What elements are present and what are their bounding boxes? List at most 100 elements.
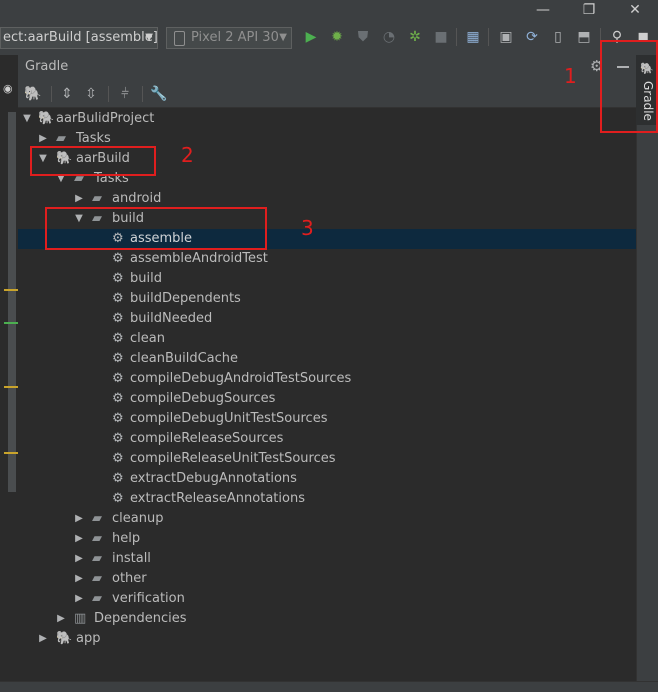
profile-icon[interactable]: ◔ <box>380 28 398 46</box>
tree-node-task[interactable]: ⚙ extractReleaseAnnotations <box>18 489 636 509</box>
wrench-icon[interactable]: 🔧 <box>150 85 168 103</box>
toolbar-separator <box>488 28 489 46</box>
expand-all-icon[interactable]: ⇕ <box>58 85 76 103</box>
gear-icon: ⚙ <box>112 251 124 266</box>
gear-icon: ⚙ <box>112 331 124 346</box>
change-marker <box>4 322 18 324</box>
restore-window-button[interactable]: ❐ <box>577 0 601 20</box>
chevron-right-icon[interactable]: ▶ <box>73 189 85 209</box>
left-editor-strip: ◉ <box>0 55 19 681</box>
run-configuration-select[interactable]: ect:aarBuild [assemble] ▼ <box>0 27 158 49</box>
chevron-right-icon[interactable]: ▶ <box>73 509 85 529</box>
tree-node-group[interactable]: ▶ ▰ cleanup <box>18 509 636 529</box>
close-window-button[interactable]: ✕ <box>623 0 647 20</box>
tree-node-task[interactable]: ⚙ compileReleaseUnitTestSources <box>18 449 636 469</box>
tree-node-task[interactable]: ⚙ compileReleaseSources <box>18 429 636 449</box>
warning-marker <box>4 386 18 388</box>
tree-node-label: extractReleaseAnnotations <box>130 491 305 506</box>
tree-node-label: aarBulidProject <box>56 111 155 126</box>
tree-node-task[interactable]: ⚙ assembleAndroidTest <box>18 249 636 269</box>
project-structure-icon[interactable]: ▦ <box>464 28 482 46</box>
dependencies-icon: ▥ <box>74 611 87 626</box>
tree-node-app[interactable]: ▶ 🐘 app <box>18 629 636 649</box>
chevron-right-icon[interactable]: ▶ <box>73 549 85 569</box>
chevron-right-icon[interactable]: ▶ <box>37 629 49 649</box>
tree-node-task[interactable]: ⚙ compileDebugAndroidTestSources <box>18 369 636 389</box>
tree-node-label: compileReleaseSources <box>130 431 284 446</box>
chevron-right-icon[interactable]: ▶ <box>55 609 67 629</box>
folder-gear-icon: ▰ <box>92 591 102 606</box>
gradle-elephant-icon: 🐘 <box>56 631 73 646</box>
collapse-all-icon[interactable]: ⇳ <box>82 85 100 103</box>
tree-node-group[interactable]: ▶ ▰ help <box>18 529 636 549</box>
tree-node-label: buildDependents <box>130 291 241 306</box>
toolbar-separator <box>456 28 457 46</box>
debug-icon[interactable]: ✹ <box>328 28 346 46</box>
tree-node-task[interactable]: ⚙ clean <box>18 329 636 349</box>
minimize-window-button[interactable]: — <box>531 0 555 20</box>
tree-node-task[interactable]: ⚙ buildDependents <box>18 289 636 309</box>
attach-debugger-icon[interactable]: ✲ <box>406 28 424 46</box>
tree-node-dependencies[interactable]: ▶ ▥ Dependencies <box>18 609 636 629</box>
tree-node-task[interactable]: ⚙ extractDebugAnnotations <box>18 469 636 489</box>
stop-icon[interactable]: ■ <box>432 28 450 46</box>
tree-node-label: compileDebugUnitTestSources <box>130 411 328 426</box>
tree-node-task[interactable]: ⚙ compileDebugSources <box>18 389 636 409</box>
gear-icon: ⚙ <box>112 371 124 386</box>
tree-node-task[interactable]: ⚙ cleanBuildCache <box>18 349 636 369</box>
chevron-right-icon[interactable]: ▶ <box>73 529 85 549</box>
device-manager-icon[interactable]: ▯ <box>549 28 567 46</box>
tree-node-label: compileReleaseUnitTestSources <box>130 451 336 466</box>
main-toolbar: — ❐ ✕ ect:aarBuild [assemble] ▼ Pixel 2 … <box>0 0 658 52</box>
gear-icon: ⚙ <box>112 431 124 446</box>
tree-node-label: compileDebugSources <box>130 391 276 406</box>
tree-node-group[interactable]: ▶ ▰ verification <box>18 589 636 609</box>
tree-node-task[interactable]: ⚙ buildNeeded <box>18 309 636 329</box>
folder-gear-icon: ▰ <box>92 191 102 206</box>
folder-gear-icon: ▰ <box>92 571 102 586</box>
tree-node-label: android <box>112 191 162 206</box>
coverage-icon[interactable]: ⛊ <box>354 28 372 46</box>
gradle-task-tree: ▼ 🐘 aarBulidProject ▶ ▰ Tasks ▼ 🐘 aarBui… <box>18 108 636 681</box>
tree-node-label: Dependencies <box>94 611 187 626</box>
sdk-manager-icon[interactable]: ⬒ <box>575 28 593 46</box>
warning-marker <box>4 289 18 291</box>
tree-node-task[interactable]: ⚙ compileDebugUnitTestSources <box>18 409 636 429</box>
chevron-down-icon: ▼ <box>145 32 153 43</box>
reload-gradle-icon[interactable]: 🐘 <box>24 85 42 103</box>
annotation-label-3: 3 <box>301 216 314 240</box>
device-select[interactable]: Pixel 2 API 30 ▼ <box>166 27 292 49</box>
tree-node-label: app <box>76 631 101 646</box>
tree-node-group[interactable]: ▶ ▰ other <box>18 569 636 589</box>
scrollbar[interactable] <box>8 112 16 492</box>
tree-node-label: clean <box>130 331 165 346</box>
avd-manager-icon[interactable]: ▣ <box>497 28 515 46</box>
gradle-panel-header: Gradle ⚙ <box>18 55 636 82</box>
device-label: Pixel 2 API 30 <box>191 30 279 45</box>
tree-node-label: buildNeeded <box>130 311 213 326</box>
chevron-right-icon[interactable]: ▶ <box>73 589 85 609</box>
tree-node-label: build <box>130 271 162 286</box>
offline-mode-icon[interactable]: ⫩ <box>116 85 134 103</box>
gear-icon: ⚙ <box>112 391 124 406</box>
chevron-down-icon[interactable]: ▼ <box>21 109 33 129</box>
run-configuration-label: ect:aarBuild [assemble] <box>3 30 158 45</box>
warning-marker <box>4 452 18 454</box>
annotation-box-1 <box>600 40 658 133</box>
tree-node-group-android[interactable]: ▶ ▰ android <box>18 189 636 209</box>
chevron-right-icon[interactable]: ▶ <box>73 569 85 589</box>
tree-node-label: assembleAndroidTest <box>130 251 268 266</box>
eye-icon[interactable]: ◉ <box>3 82 13 95</box>
run-icon[interactable]: ▶ <box>302 28 320 46</box>
folder-gear-icon: ▰ <box>92 511 102 526</box>
tree-node-group[interactable]: ▶ ▰ install <box>18 549 636 569</box>
tree-node-label: verification <box>112 591 185 606</box>
gear-icon: ⚙ <box>112 451 124 466</box>
tree-node-label: extractDebugAnnotations <box>130 471 297 486</box>
tree-node-root[interactable]: ▼ 🐘 aarBulidProject <box>18 109 636 129</box>
phone-icon <box>174 31 185 46</box>
tree-node-task[interactable]: ⚙ build <box>18 269 636 289</box>
tree-node-label: compileDebugAndroidTestSources <box>130 371 352 386</box>
sync-gradle-icon[interactable]: ⟳ <box>523 28 541 46</box>
panel-title: Gradle <box>25 59 69 74</box>
